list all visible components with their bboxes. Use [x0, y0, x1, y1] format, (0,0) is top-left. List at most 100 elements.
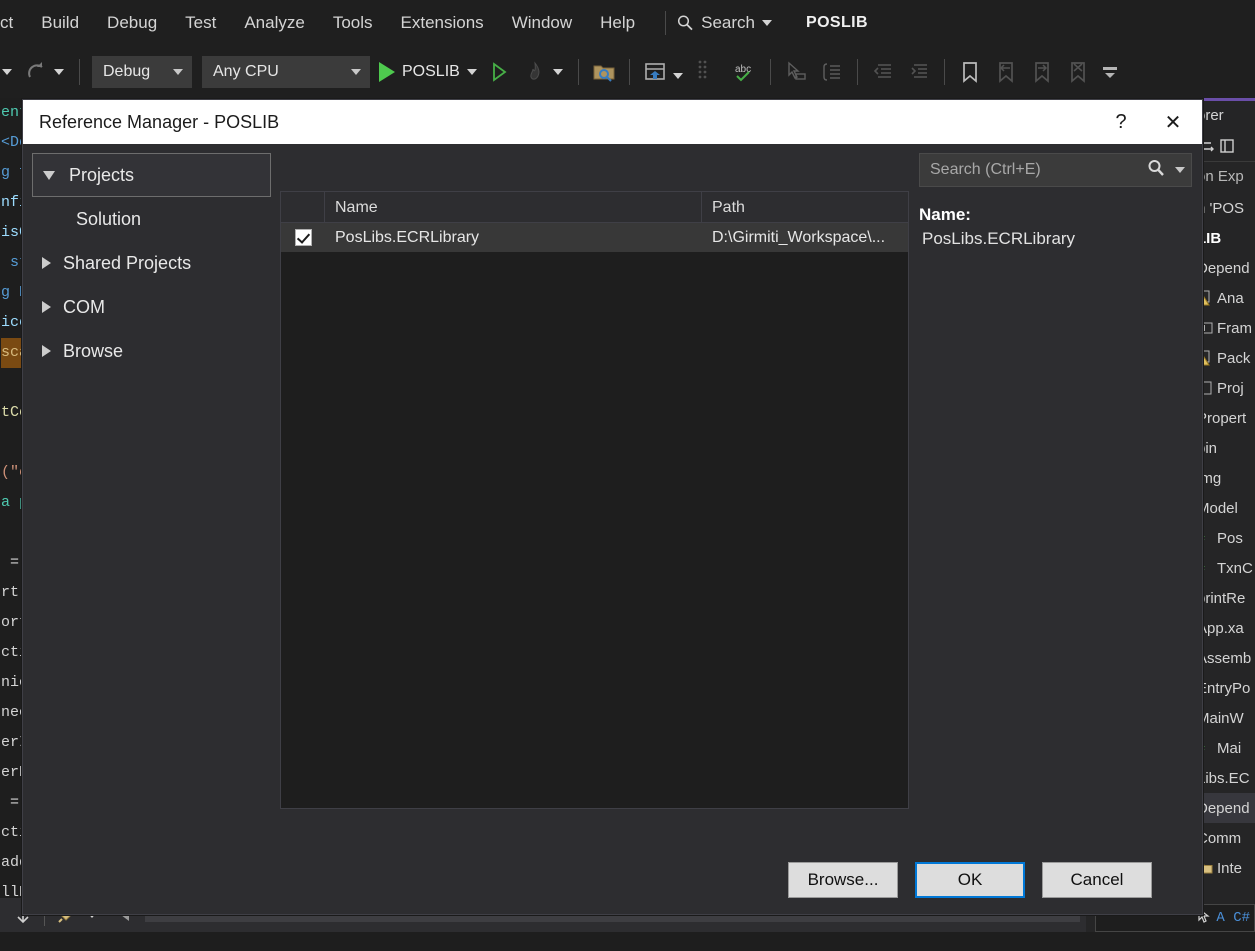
global-search[interactable]: Search — [676, 13, 772, 33]
previous-bookmark-icon — [993, 59, 1019, 85]
start-debug-button[interactable]: POSLIB — [379, 62, 477, 82]
browse-button[interactable]: Browse... — [788, 861, 898, 898]
tree-item[interactable]: bin — [1195, 433, 1255, 463]
dialog-title-bar[interactable]: Reference Manager - POSLIB ? ✕ — [23, 100, 1202, 144]
menu-item-analyze[interactable]: Analyze — [230, 8, 318, 38]
menu-item-window[interactable]: Window — [498, 8, 586, 38]
row-path: D:\Girmiti_Workspace\... — [712, 228, 886, 246]
overflow-icon[interactable] — [1101, 66, 1127, 92]
tree-item[interactable]: printRe — [1195, 583, 1255, 613]
configuration-combo[interactable]: Debug — [92, 56, 192, 88]
chevron-down-icon — [351, 69, 361, 75]
ok-button[interactable]: OK — [915, 861, 1025, 898]
category-item-projects[interactable]: Projects — [32, 153, 271, 197]
tree-item[interactable]: Depend — [1195, 253, 1255, 283]
solution-explorer-title: orer — [1197, 107, 1224, 124]
chevron-down-icon[interactable] — [43, 170, 55, 180]
tree-item[interactable]: Comm — [1195, 823, 1255, 853]
chevron-right-icon[interactable] — [42, 345, 51, 357]
tree-item[interactable]: #Mai — [1195, 733, 1255, 763]
toggle-bookmark-icon[interactable] — [957, 59, 983, 85]
tree-item[interactable]: Inte — [1195, 853, 1255, 883]
chevron-right-icon[interactable] — [42, 301, 51, 313]
chevron-right-icon[interactable] — [42, 257, 51, 269]
tree-item[interactable]: Ana — [1195, 283, 1255, 313]
increase-indent-icon — [906, 59, 932, 85]
tree-item[interactable]: Model — [1195, 493, 1255, 523]
column-header-check[interactable] — [281, 191, 325, 223]
tree-item[interactable]: Libs.EC — [1195, 763, 1255, 793]
undo-dropdown-icon[interactable] — [2, 69, 12, 75]
tree-item-label: Ana — [1217, 289, 1244, 307]
find-in-files-icon[interactable] — [591, 59, 617, 85]
redo-dropdown-icon[interactable] — [54, 69, 64, 75]
new-window-dropdown-icon[interactable] — [672, 73, 683, 79]
tree-item-label: Inte — [1217, 859, 1243, 877]
tree-item[interactable]: n 'POS — [1195, 193, 1255, 223]
tree-item[interactable]: Assemb — [1195, 643, 1255, 673]
category-label: Solution — [76, 208, 142, 229]
comment-icon — [819, 59, 845, 85]
menu-item-help[interactable]: Help — [586, 8, 649, 38]
cancel-button[interactable]: Cancel — [1042, 861, 1152, 898]
close-button[interactable]: ✕ — [1144, 100, 1202, 144]
spell-check-icon[interactable]: abc — [732, 59, 758, 85]
home-icon[interactable] — [1219, 138, 1235, 154]
next-bookmark-icon — [1029, 59, 1055, 85]
menu-item-tools[interactable]: Tools — [319, 8, 387, 38]
menu-item-test[interactable]: Test — [171, 8, 230, 38]
help-button[interactable]: ? — [1098, 100, 1144, 144]
solution-explorer-search[interactable]: on Exp — [1195, 162, 1255, 191]
category-item-solution[interactable]: Solution — [32, 197, 271, 241]
search-icon[interactable] — [1146, 158, 1166, 183]
tree-item-label: App.xa — [1197, 619, 1244, 637]
toolbar-divider — [943, 59, 945, 85]
menu-item-ct[interactable]: ct — [0, 8, 27, 38]
tree-item-label: Model — [1197, 499, 1238, 517]
hot-reload-dropdown-icon[interactable] — [552, 69, 563, 75]
category-label: Browse — [63, 340, 124, 361]
chevron-down-icon[interactable] — [466, 69, 477, 75]
menu-item-build[interactable]: Build — [27, 8, 93, 38]
tree-item[interactable]: Depend — [1195, 793, 1255, 823]
reference-manager-dialog: Reference Manager - POSLIB ? ✕ Projects S… — [22, 99, 1203, 915]
menu-item-extensions[interactable]: Extensions — [387, 8, 498, 38]
tree-item[interactable]: Pack — [1195, 343, 1255, 373]
tree-item-label: TxnC — [1217, 559, 1253, 577]
category-item-com[interactable]: COM — [32, 285, 271, 329]
tree-item[interactable]: Fram — [1195, 313, 1255, 343]
chevron-down-icon[interactable] — [1175, 167, 1185, 173]
standard-toolbar: Debug Any CPU POSLIB abc — [0, 46, 1255, 98]
tree-item[interactable]: LIB — [1195, 223, 1255, 253]
new-window-icon[interactable] — [642, 59, 668, 85]
chevron-down-icon[interactable] — [762, 20, 772, 26]
category-label: Projects — [69, 164, 135, 185]
tree-item[interactable]: img — [1195, 463, 1255, 493]
detail-body: Name: PosLibs.ECRLibrary — [919, 187, 1192, 845]
toolbar-divider — [628, 59, 630, 85]
tree-item[interactable]: #Pos — [1195, 523, 1255, 553]
tree-item[interactable]: MainW — [1195, 703, 1255, 733]
column-header-name[interactable]: Name — [325, 191, 702, 223]
tree-item[interactable]: App.xa — [1195, 613, 1255, 643]
column-header-path[interactable]: Path — [702, 192, 908, 223]
category-item-browse[interactable]: Browse — [32, 329, 271, 373]
menu-item-debug[interactable]: Debug — [93, 8, 171, 38]
search-input[interactable]: Search (Ctrl+E) — [919, 153, 1192, 187]
tree-item[interactable]: Proj — [1195, 373, 1255, 403]
tree-item[interactable]: #TxnC — [1195, 553, 1255, 583]
dialog-footer: Browse... OK Cancel — [23, 845, 1202, 914]
table-row[interactable]: PosLibs.ECRLibrary D:\Girmiti_Workspace\.… — [281, 223, 908, 252]
tree-item[interactable]: Propert — [1195, 403, 1255, 433]
tree-item[interactable]: EntryPo — [1195, 673, 1255, 703]
tree-item-label: Assemb — [1197, 649, 1252, 667]
category-item-shared-projects[interactable]: Shared Projects — [32, 241, 271, 285]
platform-combo[interactable]: Any CPU — [202, 56, 370, 88]
start-without-debug-icon[interactable] — [486, 59, 512, 85]
row-checkbox-cell[interactable] — [281, 229, 325, 246]
redo-icon[interactable] — [23, 59, 49, 85]
checkbox-icon[interactable] — [294, 229, 312, 246]
detail-name-label: Name: — [919, 205, 971, 224]
list-empty-area — [281, 252, 908, 808]
clear-bookmarks-icon — [1065, 59, 1091, 85]
